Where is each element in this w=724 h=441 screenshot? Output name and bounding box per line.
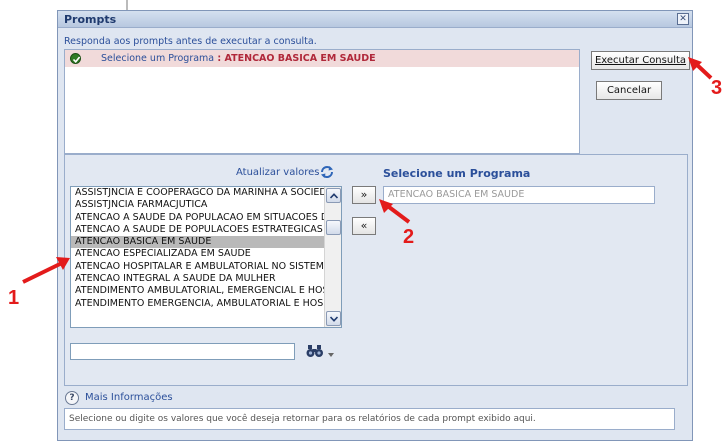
annotation-number-2: 2 [403,226,415,248]
annotation-arrows [22,57,713,284]
annotation-arrow-1 [22,257,70,284]
annotation-number-1: 1 [8,287,20,309]
annotation-arrow-2 [379,199,411,224]
annotation-number-3: 3 [711,77,723,99]
annotation-arrow-3 [688,57,713,80]
